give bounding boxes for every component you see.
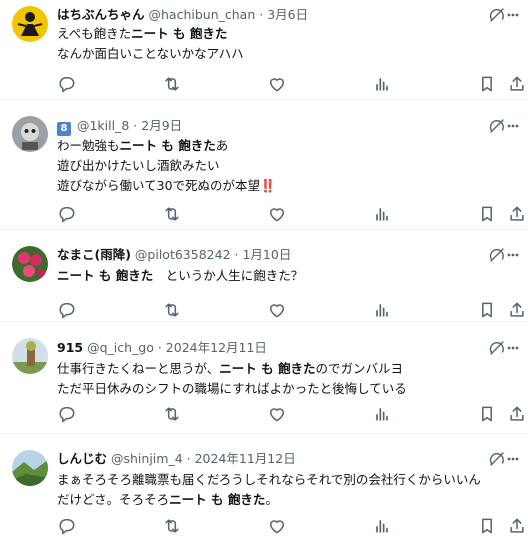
tweet-header: しんじむ @shinjim_4 · 2024年11月12日: [57, 449, 296, 469]
tweet-text: わー勉強もニート も 飽きたあ 遊び出かけたいし酒飲みたい 遊びながら働いて30…: [57, 136, 497, 196]
tweet-line: だけどさ。そろそろニート も 飽きた。: [57, 492, 278, 507]
retweet-icon[interactable]: [162, 300, 182, 320]
reply-icon[interactable]: [57, 300, 77, 320]
tweet-line: ただ平日休みのシフトの職場にすればよかったと後悔している: [57, 381, 407, 396]
tweet[interactable]: 915 @q_ich_go · 2024年12月11日 仕事行きたくねーと思うが…: [0, 322, 528, 434]
timestamp[interactable]: · 2月9日: [133, 118, 182, 133]
tweet-line: ニート も 飽きた というか人生に飽きた？: [57, 268, 304, 283]
views-icon[interactable]: [372, 516, 392, 536]
user-badge: 8: [57, 122, 71, 136]
tweet[interactable]: しんじむ @shinjim_4 · 2024年11月12日 まぁそろそろ離職票も…: [0, 434, 528, 543]
like-icon[interactable]: [267, 74, 287, 94]
more-icon[interactable]: [506, 339, 520, 357]
bookmark-icon[interactable]: [477, 404, 497, 424]
avatar[interactable]: [12, 450, 48, 486]
share-icon[interactable]: [507, 204, 527, 224]
views-icon[interactable]: [372, 204, 392, 224]
tweet-line: えぺも飽きたニート も 飽きた: [57, 26, 228, 41]
user-handle[interactable]: @1kill_8: [77, 118, 129, 133]
views-icon[interactable]: [372, 74, 392, 94]
display-name[interactable]: 915: [57, 340, 83, 355]
more-icon[interactable]: [506, 117, 520, 135]
reply-icon[interactable]: [57, 74, 77, 94]
reply-icon[interactable]: [57, 516, 77, 536]
retweet-icon[interactable]: [162, 516, 182, 536]
avatar[interactable]: [12, 246, 48, 282]
tweet[interactable]: はちぶんちゃん @hachibun_chan · 3月6日 えぺも飽きたニート …: [0, 0, 528, 100]
tweet[interactable]: なまこ(雨降) @pilot6358242 · 1月10日 ニート も 飽きた …: [0, 230, 528, 322]
tweet-line: まぁそろそろ離職票も届くだろうしそれならそれで別の会社行くからいいん: [57, 472, 481, 487]
views-icon[interactable]: [372, 300, 392, 320]
action-bar: [57, 74, 507, 94]
action-bar: [57, 516, 507, 536]
action-bar: [57, 300, 507, 320]
timestamp[interactable]: · 3月6日: [259, 7, 308, 22]
avatar[interactable]: [12, 6, 48, 42]
timestamp[interactable]: · 1月10日: [235, 247, 292, 262]
user-handle[interactable]: @shinjim_4: [111, 451, 183, 466]
grok-icon[interactable]: [488, 117, 506, 135]
views-icon[interactable]: [372, 404, 392, 424]
double-exclamation-emoji: ‼️: [260, 178, 276, 193]
share-icon[interactable]: [507, 300, 527, 320]
action-bar: [57, 204, 507, 224]
tweet-header: 8 @1kill_8 · 2月9日: [57, 116, 182, 136]
more-icon[interactable]: [506, 246, 520, 264]
like-icon[interactable]: [267, 300, 287, 320]
like-icon[interactable]: [267, 204, 287, 224]
bookmark-icon[interactable]: [477, 74, 497, 94]
tweet-text: まぁそろそろ離職票も届くだろうしそれならそれで別の会社行くからいいん だけどさ。…: [57, 470, 497, 510]
display-name[interactable]: しんじむ: [57, 451, 107, 466]
avatar[interactable]: [12, 338, 48, 374]
tweet-line: 仕事行きたくねーと思うが、ニート も 飽きたのでガンバルヨ: [57, 361, 403, 376]
retweet-icon[interactable]: [162, 74, 182, 94]
user-handle[interactable]: @pilot6358242: [135, 247, 231, 262]
action-bar: [57, 404, 507, 424]
tweet-header: はちぶんちゃん @hachibun_chan · 3月6日: [57, 5, 308, 25]
display-name[interactable]: はちぶんちゃん: [57, 7, 145, 22]
like-icon[interactable]: [267, 516, 287, 536]
more-icon[interactable]: [506, 450, 520, 468]
avatar[interactable]: [12, 116, 48, 152]
retweet-icon[interactable]: [162, 404, 182, 424]
tweet-header: 915 @q_ich_go · 2024年12月11日: [57, 338, 267, 358]
tweet-line: なんか面白いことないかなアハハ: [57, 46, 244, 61]
tweet-text: ニート も 飽きた というか人生に飽きた？: [57, 266, 497, 286]
tweet[interactable]: 8 @1kill_8 · 2月9日 わー勉強もニート も 飽きたあ 遊び出かけた…: [0, 100, 528, 230]
tweet-line: 遊び出かけたいし酒飲みたい: [57, 158, 220, 173]
like-icon[interactable]: [267, 404, 287, 424]
grok-icon[interactable]: [488, 450, 506, 468]
user-handle[interactable]: @q_ich_go: [87, 340, 154, 355]
reply-icon[interactable]: [57, 204, 77, 224]
retweet-icon[interactable]: [162, 204, 182, 224]
bookmark-icon[interactable]: [477, 300, 497, 320]
more-icon[interactable]: [506, 6, 520, 24]
tweet-text: えぺも飽きたニート も 飽きた なんか面白いことないかなアハハ: [57, 24, 497, 64]
tweet-text: 仕事行きたくねーと思うが、ニート も 飽きたのでガンバルヨ ただ平日休みのシフト…: [57, 359, 497, 399]
tweet-header: なまこ(雨降) @pilot6358242 · 1月10日: [57, 245, 291, 265]
share-icon[interactable]: [507, 516, 527, 536]
timestamp[interactable]: · 2024年12月11日: [158, 340, 267, 355]
grok-icon[interactable]: [488, 339, 506, 357]
tweet-line: わー勉強もニート も 飽きたあ: [57, 138, 229, 153]
display-name[interactable]: なまこ(雨降): [57, 247, 131, 262]
reply-icon[interactable]: [57, 404, 77, 424]
bookmark-icon[interactable]: [477, 516, 497, 536]
timestamp[interactable]: · 2024年11月12日: [187, 451, 296, 466]
tweet-line: 遊びながら働いて30で死ぬのが本望‼️: [57, 178, 276, 193]
grok-icon[interactable]: [488, 246, 506, 264]
bookmark-icon[interactable]: [477, 204, 497, 224]
share-icon[interactable]: [507, 74, 527, 94]
user-handle[interactable]: @hachibun_chan: [149, 7, 256, 22]
share-icon[interactable]: [507, 404, 527, 424]
grok-icon[interactable]: [488, 6, 506, 24]
